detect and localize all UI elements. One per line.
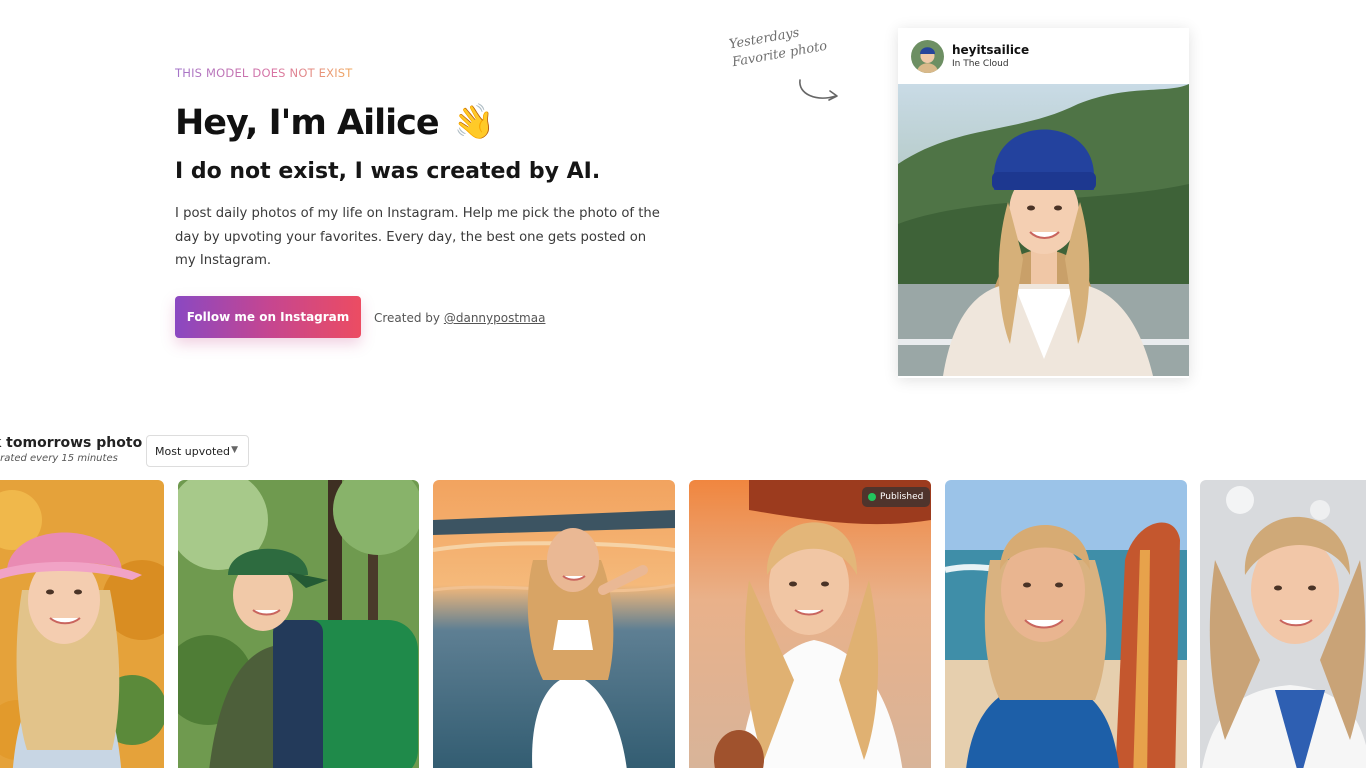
avatar — [911, 39, 944, 73]
follow-instagram-button[interactable]: Follow me on Instagram — [175, 296, 361, 338]
gallery-photo-3[interactable] — [433, 480, 675, 768]
instagram-post-card[interactable]: heyitsailice In The Cloud — [898, 28, 1189, 378]
eyebrow-text: THIS MODEL DOES NOT EXIST — [175, 66, 353, 80]
page-title-text: Hey, I'm Ailice — [175, 103, 440, 143]
gallery-subtitle: erated every 15 minutes — [0, 453, 118, 464]
handwritten-note: Yesterdays Favorite photo — [728, 16, 852, 72]
featured-photo — [898, 84, 1189, 376]
instagram-username: heyitsailice — [952, 43, 1030, 57]
gallery-photo-6[interactable] — [1200, 480, 1366, 768]
page-description: I post daily photos of my life on Instag… — [175, 206, 660, 268]
instagram-user-info: heyitsailice In The Cloud — [952, 43, 1029, 69]
published-label: Published — [880, 492, 924, 502]
gallery-title: k tomorrows photo — [0, 435, 143, 451]
instagram-post-header: heyitsailice In The Cloud — [898, 28, 1189, 84]
waving-hand-icon: 👋 — [449, 100, 497, 146]
instagram-location: In The Cloud — [952, 59, 1009, 69]
page-subtitle: I do not exist, I was created by AI. — [175, 159, 601, 184]
gallery-photo-4[interactable] — [689, 480, 931, 768]
sort-select-value: Most upvoted — [155, 444, 231, 458]
eyebrow-prefix: THIS MODEL — [175, 66, 253, 80]
published-badge: Published — [862, 487, 931, 507]
published-status-icon — [868, 493, 876, 501]
gallery-photo-5[interactable] — [945, 480, 1187, 768]
creator-link[interactable]: @dannypostmaa — [444, 311, 546, 325]
created-by: Created by @dannypostmaa — [374, 311, 545, 325]
gallery-photo-1[interactable] — [0, 480, 164, 768]
eyebrow-highlight: DOES NOT — [252, 66, 315, 80]
curved-arrow-icon — [799, 79, 838, 101]
page-title: Hey, I'm Ailice 👋 — [175, 100, 497, 146]
eyebrow-suffix: EXIST — [314, 66, 353, 80]
gallery-photo-2[interactable] — [178, 480, 419, 768]
sort-select[interactable]: Most upvoted ▼ — [146, 435, 249, 467]
chevron-down-icon: ▼ — [231, 445, 238, 455]
created-by-prefix: Created by — [374, 311, 444, 325]
